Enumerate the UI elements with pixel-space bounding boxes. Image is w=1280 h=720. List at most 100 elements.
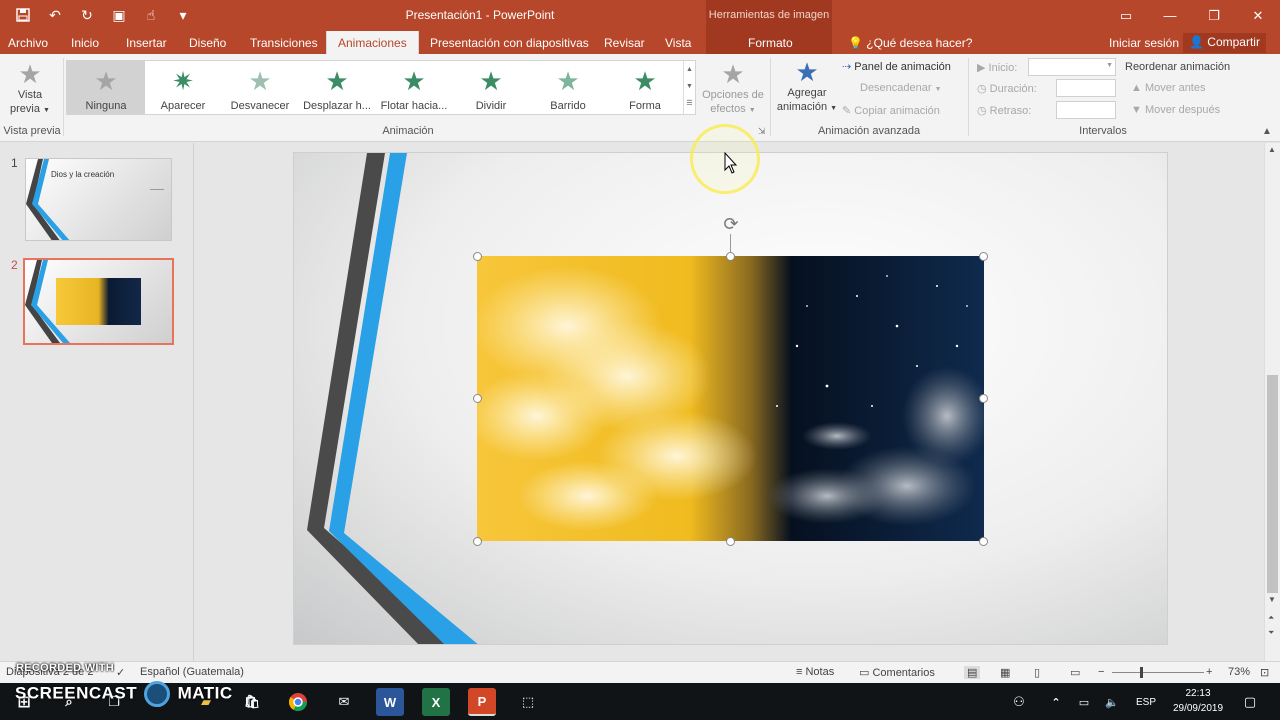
slide-number: 2 [11,258,18,272]
group-separator [63,58,64,136]
slide-1-title: Dios y la creación [51,170,115,179]
effect-options-button[interactable]: ★ Opciones de efectos ▼ [700,60,766,118]
gallery-scroll-down-icon[interactable]: ▼ [684,78,695,95]
animation-float-in[interactable]: ★ Flotar hacia... [375,61,453,114]
slide-sorter-icon[interactable]: ▦ [1000,666,1010,679]
close-button[interactable]: ✕ [1236,0,1280,31]
animation-painter-button[interactable]: ✎ Copiar animación [842,104,940,117]
add-animation-star-icon: ★ [795,57,819,87]
snipping-tool-icon[interactable]: ⬚ [514,688,542,716]
resize-handle-top-right[interactable] [979,252,988,261]
tab-formato[interactable]: Formato [748,31,793,54]
slide-number: 1 [11,156,18,170]
resize-handle-bottom-right[interactable] [979,537,988,546]
ribbon-display-options-icon[interactable]: ▭ [1104,0,1148,31]
word-icon[interactable]: W [376,688,404,716]
volume-icon[interactable]: 🔈 [1098,688,1126,716]
show-hidden-icons[interactable]: ⌃ [1042,688,1070,716]
tab-animaciones[interactable]: Animaciones [326,31,419,54]
battery-icon[interactable]: ▭ [1070,688,1098,716]
resize-handle-left[interactable] [473,394,482,403]
animation-split[interactable]: ★ Dividir [452,61,530,114]
slide-thumbnail-1[interactable]: Dios y la creación [25,158,172,241]
tab-revisar[interactable]: Revisar [604,31,645,54]
previous-slide-icon[interactable]: ⏶ [1268,613,1274,623]
resize-handle-bottom[interactable] [726,537,735,546]
powerpoint-icon[interactable]: P [468,688,496,716]
zoom-in-icon[interactable]: + [1206,666,1212,678]
restore-button[interactable]: ❐ [1192,0,1236,31]
tell-me-label: ¿Qué desea hacer? [866,36,973,50]
slideshow-view-icon[interactable]: ▭ [1070,666,1080,679]
zoom-out-icon[interactable]: − [1098,666,1104,678]
dialog-launcher-icon[interactable]: ⇲ [758,126,766,137]
resize-handle-bottom-left[interactable] [473,537,482,546]
animation-none[interactable]: ★ Ninguna [67,61,145,114]
gallery-more-icon[interactable]: ☰ [684,95,695,112]
chrome-icon[interactable] [284,688,312,716]
start-dropdown[interactable]: ▼ [1028,58,1116,76]
tab-presentacion[interactable]: Presentación con diapositivas [430,31,589,54]
zoom-level[interactable]: 73% [1228,666,1250,678]
delay-input[interactable] [1056,101,1116,119]
resize-handle-right[interactable] [979,394,988,403]
rotate-icon[interactable]: ⟳ [721,214,741,234]
animation-label: Forma [629,100,661,112]
scrollbar-thumb[interactable] [1267,375,1278,593]
spellcheck-icon[interactable]: ✓ [116,666,125,679]
tab-inicio[interactable]: Inicio [71,31,99,54]
resize-handle-top[interactable] [726,252,735,261]
mail-icon[interactable]: ✉ [330,688,358,716]
animation-shape[interactable]: ★ Forma [606,61,684,114]
language-indicator[interactable]: Español (Guatemala) [140,666,244,678]
notes-button[interactable]: ≡ Notas [796,666,834,678]
excel-icon[interactable]: X [422,688,450,716]
vertical-scrollbar[interactable]: ▲ ▼ ⏶ ⏷ [1264,143,1280,661]
star-icon: ★ [479,66,503,96]
group-label-preview: Vista previa [3,125,61,137]
animation-pane-button[interactable]: ⇢ Panel de animación [842,60,951,73]
action-center-icon[interactable]: ▢ [1236,688,1264,716]
fit-to-window-icon[interactable]: ⊡ [1260,666,1269,679]
comments-button[interactable]: ▭ Comentarios [859,666,935,679]
clock-icon: ◷ [977,83,987,95]
collapse-ribbon-icon[interactable]: ▲ [1262,126,1272,137]
preview-button[interactable]: ★ Vista previa ▼ [4,60,56,118]
tab-vista[interactable]: Vista [665,31,691,54]
tab-insertar[interactable]: Insertar [126,31,167,54]
people-icon[interactable]: ⚇ [1005,688,1033,716]
scroll-down-icon[interactable]: ▼ [1268,595,1276,604]
duration-input[interactable] [1056,79,1116,97]
tab-archivo[interactable]: Archivo [8,31,48,54]
system-clock[interactable]: 22:13 29/09/2019 [1168,686,1228,716]
normal-view-icon[interactable]: ▤ [964,666,981,679]
move-later-button[interactable]: ▼ Mover después [1131,104,1220,116]
scroll-up-icon[interactable]: ▲ [1268,145,1276,154]
animation-fly-in[interactable]: ★ Desplazar h... [298,61,376,114]
animation-wipe[interactable]: ★ Barrido [529,61,607,114]
up-triangle-icon: ▲ [1131,82,1142,94]
signin-link[interactable]: Iniciar sesión [1109,36,1179,50]
tab-transiciones[interactable]: Transiciones [250,31,318,54]
animation-fade[interactable]: ★ Desvanecer [221,61,299,114]
share-button[interactable]: 👤 Compartir [1183,33,1266,53]
add-animation-button[interactable]: ★ Agregar animación ▼ [774,58,840,116]
reading-view-icon[interactable]: ▯ [1034,666,1040,679]
move-earlier-button[interactable]: ▲ Mover antes [1131,82,1205,94]
tell-me-search[interactable]: 💡 ¿Qué desea hacer? [848,36,972,50]
store-icon[interactable]: 🛍 [238,688,266,716]
slide-thumbnail-2[interactable] [23,258,174,345]
watermark-logo: SCREENCAST MATIC [15,681,233,707]
minimize-button[interactable]: — [1148,0,1192,31]
next-slide-icon[interactable]: ⏷ [1268,628,1274,638]
selected-picture[interactable] [467,256,992,541]
tab-diseno[interactable]: Diseño [189,31,226,54]
animation-appear[interactable]: ✷ Aparecer [144,61,222,114]
input-language[interactable]: ESP [1132,688,1160,716]
zoom-slider-thumb[interactable] [1140,667,1143,678]
resize-handle-top-left[interactable] [473,252,482,261]
gallery-scroll-up-icon[interactable]: ▲ [684,61,695,78]
trigger-button[interactable]: Desencadenar ▼ [860,82,942,94]
zoom-slider[interactable] [1112,667,1204,678]
gallery-scroll[interactable]: ▲ ▼ ☰ [683,61,695,114]
